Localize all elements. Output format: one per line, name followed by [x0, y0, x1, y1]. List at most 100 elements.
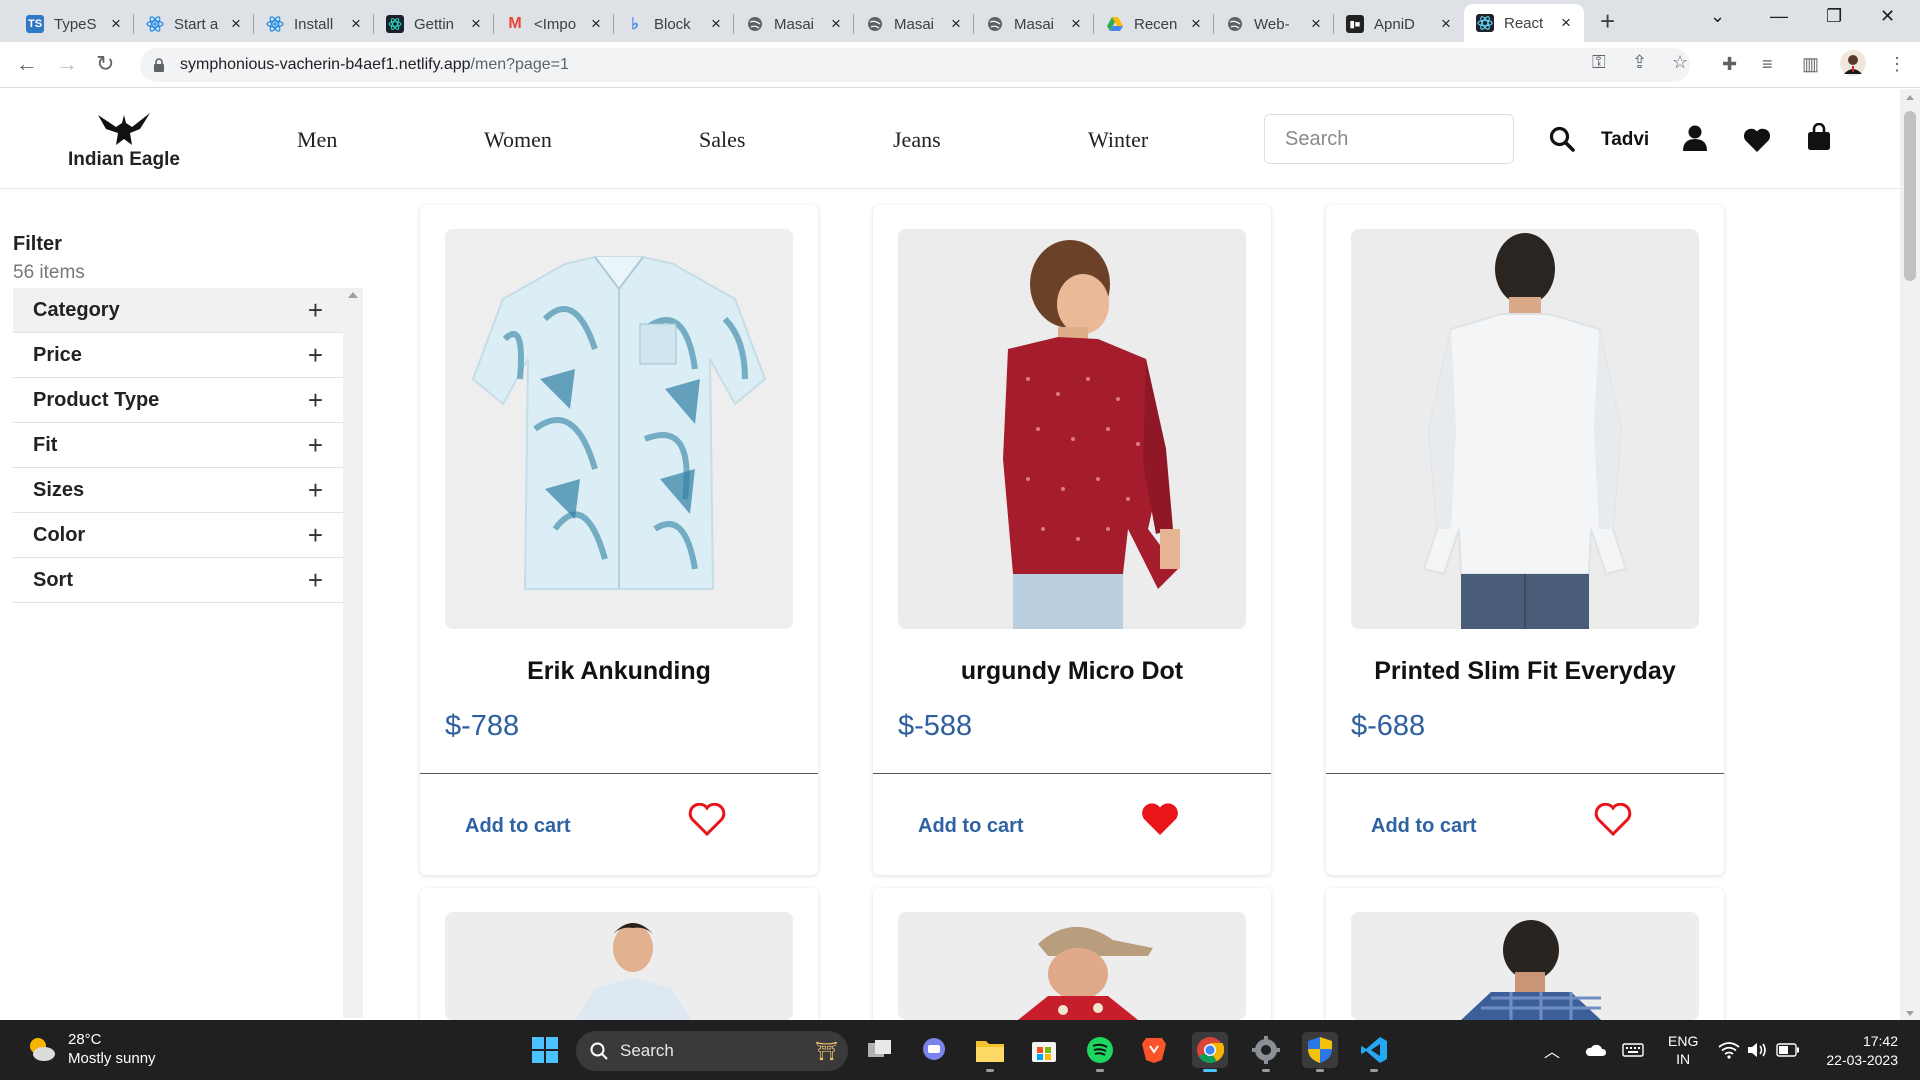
vscode-icon[interactable]: [1356, 1032, 1392, 1072]
browser-tab[interactable]: ▮■ ApniD ×: [1334, 6, 1464, 42]
heart-outline-icon[interactable]: [1594, 802, 1632, 842]
browser-tab[interactable]: ♭ Block ×: [614, 6, 734, 42]
product-card[interactable]: Erik Ankunding $-788 Add to cart: [420, 205, 818, 875]
close-tab-icon[interactable]: ×: [468, 14, 484, 34]
add-to-cart-button[interactable]: Add to cart: [918, 815, 1024, 838]
windows-start-icon[interactable]: [527, 1032, 563, 1068]
close-tab-icon[interactable]: ×: [348, 14, 364, 34]
close-tab-icon[interactable]: ×: [1558, 13, 1574, 33]
product-name[interactable]: Printed Slim Fit Everyday: [1326, 657, 1724, 686]
extensions-puzzle-icon[interactable]: ✚: [1722, 54, 1737, 75]
brand-logo[interactable]: Indian Eagle: [60, 111, 188, 171]
taskbar-search[interactable]: Search ⛩: [576, 1031, 848, 1071]
tab-search-chevron-icon[interactable]: ⌄: [1710, 6, 1725, 27]
product-image[interactable]: [445, 912, 793, 1020]
product-image[interactable]: [898, 912, 1246, 1020]
close-window-icon[interactable]: ✕: [1880, 6, 1895, 27]
product-image[interactable]: [1351, 912, 1699, 1020]
browser-tab[interactable]: Masai ×: [974, 6, 1094, 42]
close-tab-icon[interactable]: ×: [948, 14, 964, 34]
product-card[interactable]: Printed Slim Fit Everyday $-688 Add to c…: [1326, 205, 1724, 875]
nav-sales[interactable]: Sales: [699, 127, 745, 153]
volume-icon[interactable]: [1746, 1020, 1768, 1080]
browser-tab[interactable]: Install ×: [254, 6, 374, 42]
weather-widget[interactable]: 28°C Mostly sunny: [26, 1030, 156, 1068]
sidebar-scrollbar[interactable]: [343, 288, 363, 1018]
settings-gear-icon[interactable]: [1248, 1032, 1284, 1072]
product-image[interactable]: [1351, 229, 1699, 629]
close-tab-icon[interactable]: ×: [708, 14, 724, 34]
browser-tab[interactable]: Gettin ×: [374, 6, 494, 42]
product-card[interactable]: [420, 888, 818, 1020]
filter-color[interactable]: Color +: [13, 513, 343, 558]
close-tab-icon[interactable]: ×: [228, 14, 244, 34]
search-input[interactable]: [1264, 114, 1514, 164]
close-tab-icon[interactable]: ×: [588, 14, 604, 34]
minimize-window-icon[interactable]: —: [1770, 6, 1788, 27]
wishlist-heart-icon[interactable]: [1743, 128, 1771, 157]
filter-sizes[interactable]: Sizes +: [13, 468, 343, 513]
browser-tab[interactable]: Masai ×: [854, 6, 974, 42]
browser-tab[interactable]: TS TypeS ×: [14, 6, 134, 42]
reading-list-icon[interactable]: ≡: [1762, 54, 1773, 75]
close-tab-icon[interactable]: ×: [828, 14, 844, 34]
nav-women[interactable]: Women: [484, 127, 552, 153]
file-explorer-icon[interactable]: [972, 1032, 1008, 1072]
onedrive-cloud-icon[interactable]: [1584, 1020, 1606, 1080]
scrollbar-thumb[interactable]: [1904, 111, 1916, 281]
product-image[interactable]: [445, 229, 793, 629]
keyboard-icon[interactable]: [1622, 1020, 1644, 1080]
product-image[interactable]: [898, 229, 1246, 629]
browser-tab[interactable]: Recen ×: [1094, 6, 1214, 42]
browser-tab[interactable]: Start a ×: [134, 6, 254, 42]
product-card[interactable]: [873, 888, 1271, 1020]
browser-tab[interactable]: Web- ×: [1214, 6, 1334, 42]
url-field[interactable]: symphonious-vacherin-b4aef1.netlify.app/…: [140, 48, 1690, 82]
teams-chat-icon[interactable]: [916, 1032, 952, 1068]
filter-category[interactable]: Category +: [13, 288, 343, 333]
system-clock[interactable]: 17:42 22-03-2023: [1808, 1032, 1898, 1070]
microsoft-store-icon[interactable]: [1026, 1032, 1062, 1068]
scroll-up-arrow-icon[interactable]: [348, 292, 358, 298]
language-indicator[interactable]: ENG IN: [1668, 1020, 1698, 1080]
close-tab-icon[interactable]: ×: [1438, 14, 1454, 34]
reload-icon[interactable]: ↻: [96, 52, 114, 76]
close-tab-icon[interactable]: ×: [1188, 14, 1204, 34]
search-icon[interactable]: [1549, 126, 1575, 157]
forward-arrow-icon[interactable]: →: [56, 52, 78, 76]
chrome-icon[interactable]: [1192, 1032, 1228, 1072]
restore-window-icon[interactable]: ❐: [1826, 6, 1842, 27]
key-icon[interactable]: ⚿: [1592, 52, 1606, 73]
page-scrollbar[interactable]: [1900, 89, 1920, 1020]
close-tab-icon[interactable]: ×: [1308, 14, 1324, 34]
product-name[interactable]: Erik Ankunding: [420, 657, 818, 686]
security-shield-icon[interactable]: [1302, 1032, 1338, 1072]
browser-tab[interactable]: Masai ×: [734, 6, 854, 42]
browser-tab[interactable]: M <Impo ×: [494, 6, 614, 42]
side-panel-icon[interactable]: ▥: [1802, 54, 1819, 75]
spotify-icon[interactable]: [1082, 1032, 1118, 1072]
heart-outline-icon[interactable]: [688, 802, 726, 842]
task-view-icon[interactable]: [862, 1032, 898, 1068]
profile-avatar[interactable]: [1840, 50, 1866, 81]
filter-price[interactable]: Price +: [13, 333, 343, 378]
battery-icon[interactable]: [1776, 1020, 1800, 1080]
back-arrow-icon[interactable]: ←: [16, 52, 38, 76]
brave-browser-icon[interactable]: [1136, 1032, 1172, 1068]
product-name[interactable]: urgundy Micro Dot: [873, 657, 1271, 686]
heart-filled-icon[interactable]: [1141, 803, 1179, 842]
browser-menu-icon[interactable]: ⋮: [1888, 54, 1906, 75]
add-to-cart-button[interactable]: Add to cart: [465, 815, 571, 838]
nav-men[interactable]: Men: [297, 127, 337, 153]
show-hidden-icons-chevron[interactable]: ︿: [1544, 1020, 1560, 1080]
filter-product-type[interactable]: Product Type +: [13, 378, 343, 423]
filter-sort[interactable]: Sort +: [13, 558, 343, 603]
close-tab-icon[interactable]: ×: [108, 14, 124, 34]
nav-winter[interactable]: Winter: [1088, 127, 1148, 153]
share-icon[interactable]: ⇪: [1632, 52, 1647, 73]
product-card[interactable]: [1326, 888, 1724, 1020]
shopping-bag-icon[interactable]: [1807, 122, 1831, 156]
product-card[interactable]: urgundy Micro Dot $-588 Add to cart: [873, 205, 1271, 875]
user-name[interactable]: Tadvi: [1601, 129, 1649, 151]
add-to-cart-button[interactable]: Add to cart: [1371, 815, 1477, 838]
